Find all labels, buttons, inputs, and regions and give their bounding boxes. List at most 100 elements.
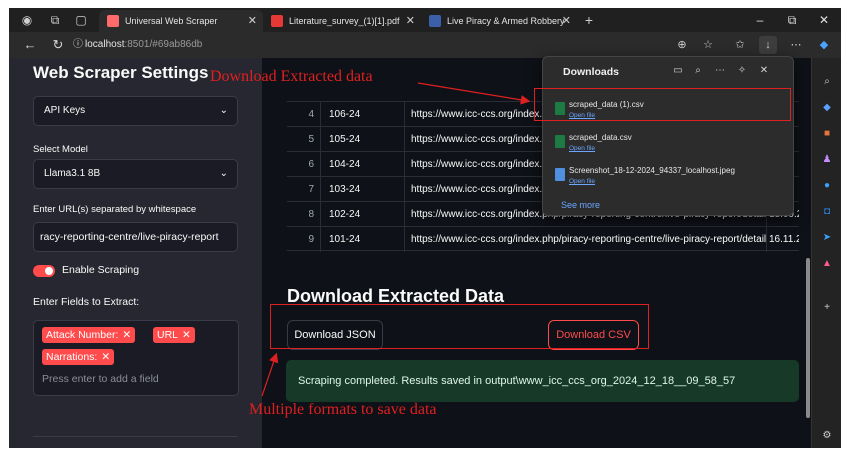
cell-attack-number: 102-24 xyxy=(321,202,405,227)
more-menu-icon[interactable]: ⋯ xyxy=(787,36,805,54)
field-chip[interactable]: Attack Number: ✕ xyxy=(42,327,136,343)
close-window-button[interactable]: ✕ xyxy=(807,8,841,32)
urls-label: Enter URL(s) separated by whitespace xyxy=(33,204,197,215)
close-icon[interactable]: ✕ xyxy=(757,64,771,78)
search-icon[interactable]: ⌕ xyxy=(819,74,835,90)
row-index: 4 xyxy=(287,102,321,127)
select-model-label: Select Model xyxy=(33,144,88,155)
refresh-icon[interactable]: ↻ xyxy=(49,36,67,54)
open-file-link[interactable]: Open file xyxy=(569,145,595,152)
zoom-icon[interactable]: ⊕ xyxy=(673,36,691,54)
annotation-bottom: Multiple formats to save data xyxy=(249,401,437,418)
address-bar: ← ↻ ⓘ localhost:8501/#69ab86db ⊕ ☆ ✩ ↓ ⋯… xyxy=(9,32,841,58)
close-tab-icon[interactable]: ✕ xyxy=(248,10,257,32)
remove-chip-icon[interactable]: ✕ xyxy=(182,329,191,341)
profile-icon[interactable]: ◉ xyxy=(19,12,35,28)
tab-literature-survey[interactable]: Literature_survey_(1)[1].pdf ✕ xyxy=(263,10,421,32)
url-path: :8501/#69ab86db xyxy=(124,39,203,50)
briefcase-icon[interactable]: ■ xyxy=(819,126,835,142)
tab-actions-icon[interactable]: ▢ xyxy=(73,12,89,28)
open-folder-icon[interactable]: ▭ xyxy=(671,64,685,78)
remove-chip-icon[interactable]: ✕ xyxy=(101,351,110,363)
search-downloads-icon[interactable]: ⌕ xyxy=(691,64,705,78)
model-value: Llama3.1 8B xyxy=(44,168,101,179)
urls-input[interactable]: racy-reporting-centre/live-piracy-report xyxy=(33,222,238,252)
app-favicon xyxy=(107,15,119,27)
close-tab-icon[interactable]: ✕ xyxy=(562,10,571,32)
minimize-button[interactable]: – xyxy=(743,8,777,32)
restore-button[interactable]: ⧉ xyxy=(775,8,809,32)
row-index: 5 xyxy=(287,127,321,152)
pin-icon[interactable]: ✧ xyxy=(735,64,749,78)
excel-file-icon xyxy=(555,135,565,148)
downloads-icon[interactable]: ↓ xyxy=(759,36,777,54)
sidebar-divider xyxy=(33,436,238,437)
workspaces-icon[interactable]: ⧉ xyxy=(47,12,63,28)
cell-attack-number: 106-24 xyxy=(321,102,405,127)
chip-label: Attack Number: xyxy=(46,329,119,341)
chip-label: Narrations: xyxy=(46,351,98,363)
enable-scraping-toggle[interactable] xyxy=(33,265,55,277)
api-keys-label: API Keys xyxy=(44,105,86,116)
cell-attack-number: 101-24 xyxy=(321,227,405,252)
download-item[interactable]: Screenshot_18-12-2024_94337_localhost.jp… xyxy=(553,163,785,195)
toggle-label: Enable Scraping xyxy=(62,264,140,276)
tab-universal-web-scraper[interactable]: Universal Web Scraper ✕ xyxy=(99,10,263,32)
cell-attack-number: 103-24 xyxy=(321,177,405,202)
tab-title: Literature_survey_(1)[1].pdf xyxy=(289,16,400,26)
tag-icon[interactable]: ◆ xyxy=(819,100,835,116)
site-favicon xyxy=(429,15,441,27)
tab-bar: ◉ ⧉ ▢ Universal Web Scraper ✕ Literature… xyxy=(9,8,841,48)
annotation-highlight-buttons xyxy=(270,304,649,349)
see-more-link[interactable]: See more xyxy=(561,200,600,210)
toggle-knob xyxy=(45,267,53,275)
fields-multiselect[interactable]: Attack Number: ✕ URL ✕ Narrations: ✕ Press … xyxy=(33,320,239,396)
api-keys-expander[interactable]: API Keys ⌄ xyxy=(33,96,238,126)
model-select[interactable]: Llama3.1 8B ⌄ xyxy=(33,159,238,189)
favorites-icon[interactable]: ✩ xyxy=(731,36,749,54)
cell-attack-number: 104-24 xyxy=(321,152,405,177)
sidebar-title: Web Scraper Settings xyxy=(33,63,209,82)
table-row: 9 101-24 https://www.icc-ccs.org/index.p… xyxy=(287,226,799,252)
tab-live-piracy[interactable]: Live Piracy & Armed Robbery Rep ✕ xyxy=(421,10,577,48)
tab-title: Universal Web Scraper xyxy=(125,16,218,26)
row-index: 8 xyxy=(287,202,321,227)
fields-placeholder: Press enter to add a field xyxy=(42,373,159,385)
back-icon[interactable]: ← xyxy=(21,36,39,54)
edge-drop-icon[interactable]: ● xyxy=(819,178,835,194)
downloads-title: Downloads xyxy=(563,66,620,78)
favorite-star-icon[interactable]: ☆ xyxy=(699,36,717,54)
remove-chip-icon[interactable]: ✕ xyxy=(122,329,131,341)
add-icon[interactable]: + xyxy=(819,300,835,316)
cell-date: 16.11.2 xyxy=(769,234,799,245)
field-chip[interactable]: Narrations: ✕ xyxy=(42,349,115,365)
chevron-down-icon: ⌄ xyxy=(219,105,228,116)
download-item[interactable]: scraped_data.csv Open file xyxy=(553,130,785,162)
outlook-icon[interactable]: ◘ xyxy=(819,204,835,220)
new-tab-button[interactable]: + xyxy=(581,12,597,28)
copilot-icon[interactable]: ◆ xyxy=(815,36,833,54)
cell-attack-number: 105-24 xyxy=(321,127,405,152)
row-index: 6 xyxy=(287,152,321,177)
browser-window: ◉ ⧉ ▢ Universal Web Scraper ✕ Literature… xyxy=(9,8,841,448)
row-index: 7 xyxy=(287,177,321,202)
send-icon[interactable]: ➤ xyxy=(819,230,835,246)
settings-gear-icon[interactable]: ⚙ xyxy=(819,428,835,444)
downloads-panel: Downloads ▭ ⌕ ⋯ ✧ ✕ scraped_data (1).csv… xyxy=(542,56,794,216)
more-options-icon[interactable]: ⋯ xyxy=(713,64,727,78)
row-index: 9 xyxy=(287,227,321,252)
scrollbar-thumb[interactable] xyxy=(806,258,810,418)
designer-icon[interactable]: ▲ xyxy=(819,256,835,272)
download-file-name: scraped_data.csv xyxy=(569,133,632,142)
sidebar: Web Scraper Settings API Keys ⌄ Select M… xyxy=(9,58,262,448)
image-file-icon xyxy=(555,168,565,181)
open-file-link[interactable]: Open file xyxy=(569,178,595,185)
chip-label: URL xyxy=(157,329,179,341)
games-icon[interactable]: ♟ xyxy=(819,152,835,168)
field-chip[interactable]: URL ✕ xyxy=(153,327,195,343)
url-field[interactable]: localhost:8501/#69ab86db xyxy=(85,36,202,54)
chevron-down-icon: ⌄ xyxy=(219,168,228,179)
fields-label: Enter Fields to Extract: xyxy=(33,296,140,308)
close-tab-icon[interactable]: ✕ xyxy=(406,10,415,32)
cell-url: https://www.icc-ccs.org/index.php/piracy… xyxy=(405,227,767,252)
